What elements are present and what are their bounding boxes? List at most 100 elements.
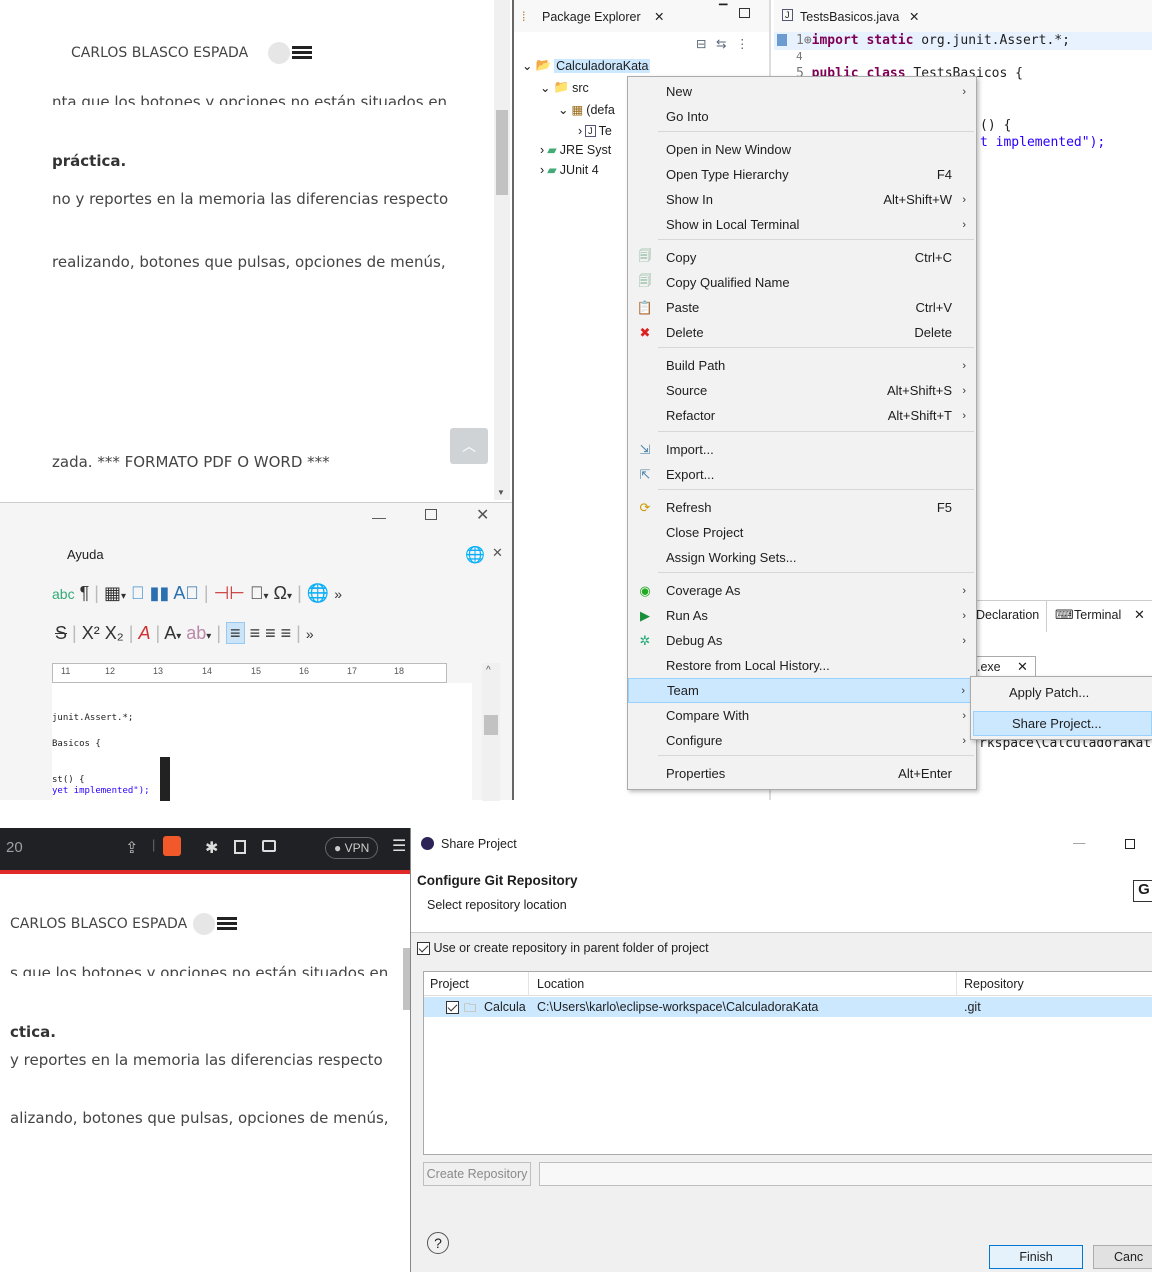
align-left-icon[interactable]: ≡ [226, 622, 245, 644]
menu-item-compare-with[interactable]: Compare With › [628, 703, 976, 728]
menu-item-restore-from-local-history[interactable]: Restore from Local History... [628, 653, 976, 678]
minimize-icon[interactable]: — [372, 509, 386, 525]
tree-item-junit[interactable]: › ▰ JUnit 4 [540, 162, 599, 178]
author-name[interactable]: CARLOS BLASCO ESPADA [71, 45, 248, 61]
scrollbar[interactable] [494, 0, 510, 500]
close-icon[interactable]: ✕ [909, 9, 919, 24]
scroll-to-top-button[interactable]: ︿ [450, 428, 488, 464]
menu-item-apply-patch[interactable]: Apply Patch... [971, 680, 1152, 705]
menu-item-refactor[interactable]: Refactor Alt+Shift+T › [628, 403, 976, 428]
collapse-all-icon[interactable]: ⊟ [696, 36, 706, 51]
tree-item-default-package[interactable]: ⌄ ▦ (defa [558, 102, 615, 118]
menu-item-team[interactable]: Team › [628, 678, 976, 703]
package-explorer-tab[interactable]: Package Explorer [542, 10, 641, 24]
menu-item-paste[interactable]: 📋 Paste Ctrl+V [628, 295, 976, 320]
tab-terminal[interactable]: Terminal [1074, 608, 1121, 622]
menu-item-copy[interactable]: 🗐 Copy Ctrl+C [628, 245, 976, 270]
superscript-icon[interactable]: X² [82, 623, 100, 643]
brave-shield-icon[interactable] [163, 836, 181, 856]
image-icon[interactable]: 🖼 [131, 583, 145, 603]
writer-scrollbar-thumb[interactable] [484, 715, 498, 735]
clear-format-icon[interactable]: A [138, 623, 150, 643]
tree-item-java-file[interactable]: › J Te [578, 124, 612, 138]
repository-table[interactable]: Project Location Repository 🗀 Calcula C:… [423, 971, 1152, 1155]
column-header[interactable]: Project [430, 977, 469, 991]
more-icon[interactable]: » [306, 626, 314, 642]
tree-item-project[interactable]: ⌄ 📂 CalculadoraKata [522, 58, 651, 73]
checkbox-checked-icon[interactable] [446, 1001, 459, 1015]
close-icon[interactable]: ✕ [654, 9, 664, 24]
vpn-button[interactable]: ● VPN [325, 837, 379, 859]
menu-icon[interactable] [292, 46, 312, 60]
tree-item-src[interactable]: ⌄ 📁 src [540, 80, 589, 95]
view-menu-icon[interactable]: ⋮ [736, 36, 749, 51]
pilcrow-icon[interactable]: ¶ [80, 583, 90, 603]
menu-item-delete[interactable]: ✖ Delete Delete [628, 320, 976, 345]
spellcheck-icon[interactable]: abc [52, 586, 75, 602]
use-parent-repo-checkbox[interactable]: Use or create repository in parent folde… [417, 941, 709, 956]
menu-item-import[interactable]: ⇲ Import... [628, 437, 976, 462]
share-icon[interactable]: ⇪ [125, 838, 138, 858]
menu-item-assign-working-sets[interactable]: Assign Working Sets... [628, 545, 976, 570]
document-page[interactable]: junit.Assert.*; Basicos { st() { yet imp… [52, 683, 472, 801]
close-icon[interactable]: ✕ [1134, 607, 1145, 623]
checkbox-checked-icon[interactable] [417, 942, 430, 956]
maximize-icon[interactable] [739, 8, 750, 18]
menu-icon[interactable]: ☰ [392, 836, 406, 856]
repository-path-input[interactable] [539, 1162, 1152, 1186]
menu-item-source[interactable]: Source Alt+Shift+S › [628, 378, 976, 403]
special-char-icon[interactable]: Ω [274, 583, 287, 603]
menu-item-build-path[interactable]: Build Path › [628, 353, 976, 378]
address-fragment[interactable]: 20 [6, 839, 23, 856]
menu-item-export[interactable]: ⇱ Export... [628, 462, 976, 487]
field-icon[interactable]: 🗎 [250, 583, 264, 603]
cancel-button[interactable]: Canc [1093, 1245, 1152, 1269]
maximize-icon[interactable] [1125, 839, 1135, 849]
chevron-down-icon[interactable]: ⌄ [522, 58, 532, 73]
menu-item-coverage-as[interactable]: ◉ Coverage As › [628, 578, 976, 603]
scrollbar-thumb[interactable] [403, 948, 410, 1010]
menu-item-go-into[interactable]: Go Into [628, 104, 976, 129]
close-icon[interactable]: ✕ [476, 505, 489, 525]
minimize-icon[interactable]: ▔ [719, 4, 727, 17]
strikethrough-icon[interactable]: S [55, 623, 67, 643]
chevron-right-icon[interactable]: › [540, 143, 544, 157]
menu-item-open-type-hierarchy[interactable]: Open Type Hierarchy F4 [628, 162, 976, 187]
menu-item-show-in[interactable]: Show In Alt+Shift+W › [628, 187, 976, 212]
chevron-down-icon[interactable]: ⌄ [540, 80, 550, 95]
menu-item-new[interactable]: New › [628, 79, 976, 104]
menu-help[interactable]: Ayuda [67, 547, 104, 562]
menu-item-run-as[interactable]: ▶ Run As › [628, 603, 976, 628]
close-icon[interactable]: ✕ [1017, 659, 1028, 675]
column-header[interactable]: Repository [964, 977, 1024, 991]
menu-item-copy-qualified-name[interactable]: 🗐 Copy Qualified Name [628, 270, 976, 295]
menu-item-properties[interactable]: Properties Alt+Enter [628, 761, 976, 786]
hyperlink-icon[interactable]: 🌐 [307, 583, 329, 603]
table-icon[interactable]: ▦ [104, 583, 121, 603]
textbox-icon[interactable]: A⃞ [173, 583, 199, 603]
page-break-icon[interactable]: ⊣⊢ [214, 583, 245, 603]
font-color-icon[interactable]: A [164, 623, 176, 643]
menu-item-share-project[interactable]: Share Project... [973, 711, 1152, 736]
menu-item-show-in-local-terminal[interactable]: Show in Local Terminal › [628, 212, 976, 237]
editor-tab[interactable]: TestsBasicos.java [800, 10, 899, 24]
chevron-down-icon[interactable]: ⌄ [558, 102, 568, 117]
maximize-icon[interactable] [425, 509, 437, 520]
column-header[interactable]: Location [537, 977, 584, 991]
scrollbar-thumb[interactable] [496, 110, 508, 195]
justify-icon[interactable]: ≡ [281, 623, 292, 643]
table-row[interactable]: 🗀 Calcula C:\Users\karlo\eclipse-workspa… [424, 997, 1152, 1017]
chevron-right-icon[interactable]: › [540, 163, 544, 177]
finish-button[interactable]: Finish [989, 1245, 1083, 1269]
menu-icon[interactable] [217, 917, 237, 931]
tree-item-jre[interactable]: › ▰ JRE Syst [540, 142, 611, 158]
terminal-tab[interactable]: .exe ✕ [974, 656, 1036, 678]
subscript-icon[interactable]: X₂ [105, 623, 124, 643]
minimize-icon[interactable]: — [1073, 836, 1086, 850]
tab-declaration[interactable]: Declaration [976, 608, 1039, 622]
chart-icon[interactable]: ▮▮ [150, 583, 170, 603]
link-editor-icon[interactable]: ⇆ [716, 36, 726, 51]
menu-item-close-project[interactable]: Close Project [628, 520, 976, 545]
wallet-icon[interactable] [262, 840, 276, 852]
help-icon[interactable]: ? [427, 1232, 449, 1254]
